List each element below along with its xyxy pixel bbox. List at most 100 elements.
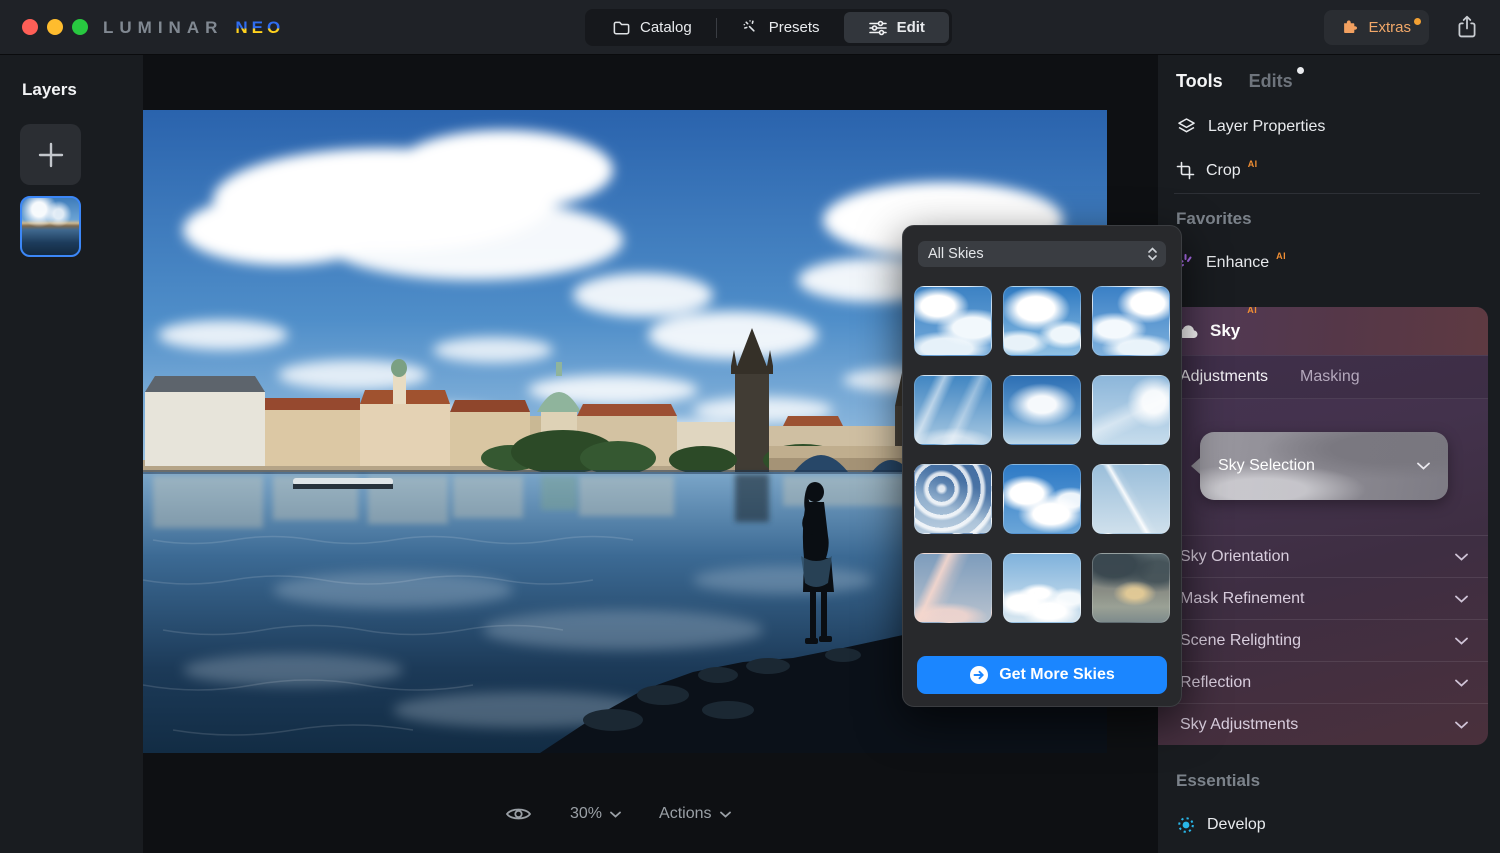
- sky-thumbnail[interactable]: [1003, 553, 1081, 623]
- sliders-icon: [868, 19, 888, 37]
- sky-tab-bar: Adjustments Masking: [1158, 355, 1488, 399]
- canvas-status-bar: 30% Actions: [505, 804, 731, 824]
- tool-crop[interactable]: Crop AI: [1176, 161, 1258, 180]
- logo-neo: NEO: [235, 18, 284, 38]
- sky-thumbnail[interactable]: [914, 286, 992, 356]
- sky-tab-masking[interactable]: Masking: [1300, 368, 1360, 386]
- sky-thumbnail[interactable]: [1092, 553, 1170, 623]
- tab-edit-label: Edit: [897, 19, 925, 36]
- tools-panel: Tools Edits Layer Properties Crop AI Fav…: [1158, 55, 1500, 853]
- app-window: LUMINAR NEO Catalog Presets Edit Extras: [0, 0, 1500, 853]
- sky-tool-label: Sky: [1210, 321, 1240, 341]
- arrow-right-circle-icon: [969, 665, 989, 685]
- share-button[interactable]: [1454, 14, 1480, 41]
- tab-tools[interactable]: Tools: [1176, 71, 1223, 92]
- ai-badge: AI: [1247, 307, 1257, 315]
- sky-thumbnail-grid: [915, 286, 1169, 623]
- section-reflection[interactable]: Reflection: [1158, 661, 1488, 703]
- panel-divider: [1174, 193, 1480, 194]
- close-window-button[interactable]: [22, 19, 38, 35]
- tool-enhance[interactable]: Enhance AI: [1176, 253, 1286, 272]
- tool-label: Layer Properties: [1208, 118, 1325, 136]
- wand-sparkle-icon: [741, 18, 760, 37]
- extras-notification-dot: [1414, 18, 1421, 25]
- extras-label: Extras: [1368, 19, 1411, 36]
- chevron-down-icon: [1455, 679, 1468, 687]
- tool-develop[interactable]: Develop: [1176, 815, 1266, 835]
- share-icon: [1454, 14, 1480, 41]
- section-sky-orientation[interactable]: Sky Orientation: [1158, 535, 1488, 577]
- sky-thumbnail[interactable]: [1092, 375, 1170, 445]
- chevron-down-icon: [1455, 553, 1468, 561]
- tab-edits[interactable]: Edits: [1249, 71, 1293, 92]
- tool-label: Enhance: [1206, 254, 1269, 272]
- sky-tool-header[interactable]: Sky AI: [1158, 307, 1488, 355]
- sky-thumbnail[interactable]: [1092, 464, 1170, 534]
- sky-selection-zone: Sky Selection: [1158, 399, 1488, 535]
- sky-thumbnail[interactable]: [914, 464, 992, 534]
- tab-catalog[interactable]: Catalog: [588, 12, 716, 43]
- logo-luminar: LUMINAR: [103, 18, 223, 38]
- tool-label: Crop: [1206, 162, 1241, 180]
- app-logo: LUMINAR NEO: [103, 18, 284, 38]
- puzzle-icon: [1342, 19, 1359, 36]
- sky-selection-popup: All Skies Get More Skies: [902, 225, 1182, 707]
- zoom-level-dropdown[interactable]: 30%: [570, 805, 621, 823]
- sky-thumbnail[interactable]: [1003, 375, 1081, 445]
- sky-thumbnail[interactable]: [1003, 286, 1081, 356]
- sky-filter-value: All Skies: [928, 246, 984, 262]
- layer-thumbnail-selected[interactable]: [20, 196, 81, 257]
- sky-tab-adjustments[interactable]: Adjustments: [1180, 368, 1268, 386]
- plus-icon: [36, 140, 66, 170]
- minimize-window-button[interactable]: [47, 19, 63, 35]
- tab-presets[interactable]: Presets: [717, 12, 844, 43]
- sky-thumbnail[interactable]: [914, 375, 992, 445]
- chevron-down-icon: [1455, 637, 1468, 645]
- titlebar: LUMINAR NEO Catalog Presets Edit Extras: [0, 0, 1500, 55]
- extras-button[interactable]: Extras: [1324, 10, 1429, 45]
- folder-icon: [612, 18, 631, 37]
- zoom-level-value: 30%: [570, 805, 602, 823]
- essentials-section-title: Essentials: [1176, 771, 1260, 791]
- sun-icon: [1176, 815, 1196, 835]
- chevron-down-icon: [720, 811, 731, 818]
- tool-label: Develop: [1207, 816, 1266, 834]
- tool-layer-properties[interactable]: Layer Properties: [1176, 117, 1325, 137]
- get-more-skies-button[interactable]: Get More Skies: [917, 656, 1167, 694]
- tab-presets-label: Presets: [769, 19, 820, 36]
- crop-icon: [1176, 161, 1195, 180]
- ai-badge: AI: [1276, 251, 1286, 261]
- favorites-section-title: Favorites: [1176, 209, 1252, 229]
- up-down-chevrons-icon: [1147, 247, 1158, 261]
- ai-badge: AI: [1248, 159, 1258, 169]
- sky-sections: Sky Orientation Mask Refinement Scene Re…: [1158, 535, 1488, 745]
- chevron-down-icon: [1455, 595, 1468, 603]
- layers-sidebar: Layers: [0, 55, 143, 853]
- sky-selection-dropdown[interactable]: Sky Selection: [1200, 432, 1448, 500]
- sky-thumbnail[interactable]: [1092, 286, 1170, 356]
- eye-icon: [505, 804, 532, 824]
- sky-thumbnail[interactable]: [914, 553, 992, 623]
- window-controls: [22, 19, 88, 35]
- sky-filter-select[interactable]: All Skies: [918, 241, 1166, 267]
- panel-tab-bar: Tools Edits: [1176, 71, 1293, 92]
- compare-eye-button[interactable]: [505, 804, 532, 824]
- chevron-down-icon: [610, 811, 621, 818]
- section-sky-adjustments[interactable]: Sky Adjustments: [1158, 703, 1488, 745]
- sky-tool-panel: Sky AI Adjustments Masking Sky Selection…: [1158, 307, 1488, 745]
- zoom-window-button[interactable]: [72, 19, 88, 35]
- tab-catalog-label: Catalog: [640, 19, 692, 36]
- section-scene-relighting[interactable]: Scene Relighting: [1158, 619, 1488, 661]
- tab-edit[interactable]: Edit: [844, 12, 949, 43]
- mode-tab-group: Catalog Presets Edit: [585, 9, 952, 46]
- add-layer-button[interactable]: [20, 124, 81, 185]
- section-mask-refinement[interactable]: Mask Refinement: [1158, 577, 1488, 619]
- layers-panel-title: Layers: [22, 80, 77, 100]
- actions-dropdown[interactable]: Actions: [659, 805, 730, 823]
- sky-selection-label: Sky Selection: [1218, 457, 1315, 475]
- edits-notification-dot: [1297, 67, 1304, 74]
- layers-icon: [1176, 117, 1197, 137]
- chevron-down-icon: [1417, 462, 1430, 470]
- sky-thumbnail[interactable]: [1003, 464, 1081, 534]
- chevron-down-icon: [1455, 721, 1468, 729]
